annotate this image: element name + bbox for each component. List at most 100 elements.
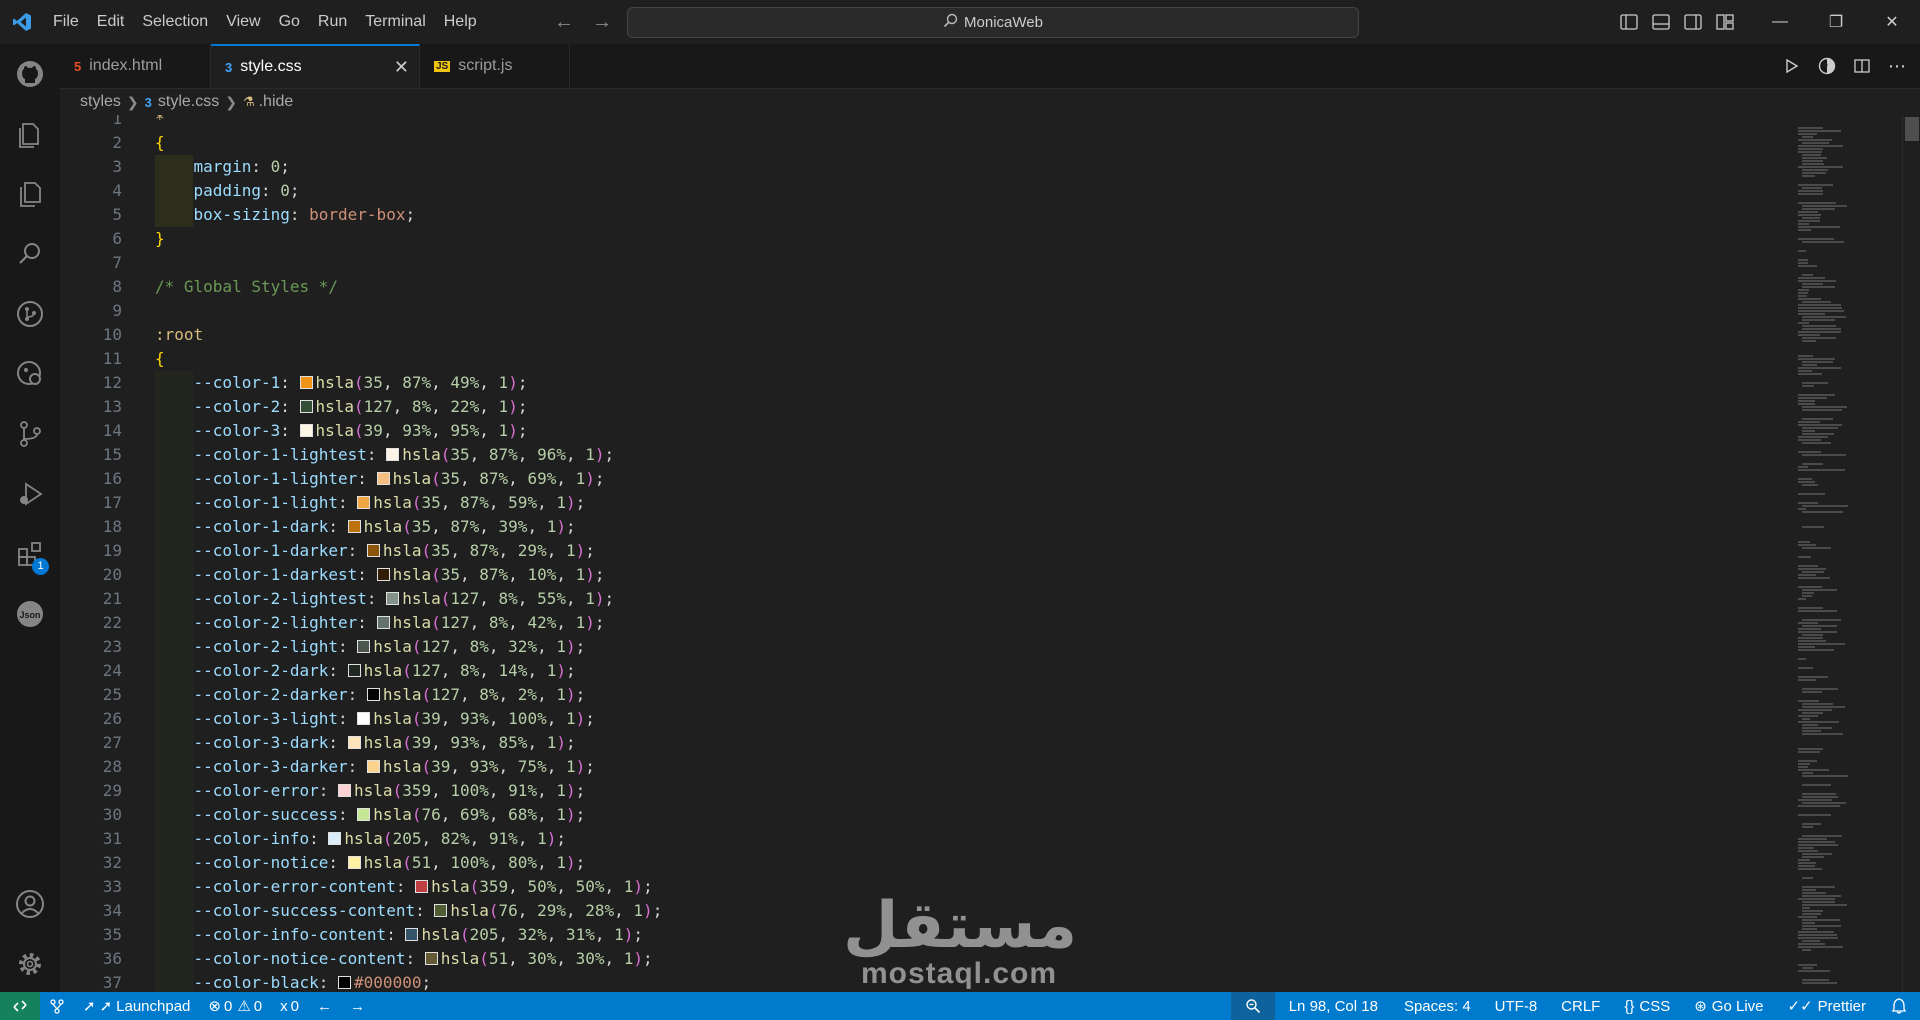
code-line[interactable]: 25 --color-2-darker: hsla(127, 8%, 2%, 1… xyxy=(60,683,1790,707)
code-line[interactable]: 19 --color-1-darker: hsla(35, 87%, 29%, … xyxy=(60,539,1790,563)
minimap[interactable] xyxy=(1790,115,1902,992)
run-file-icon[interactable] xyxy=(1784,58,1800,74)
launchpad-button[interactable]: ➚ ➚ Launchpad xyxy=(74,992,199,1020)
code-line[interactable]: 36 --color-notice-content: hsla(51, 30%,… xyxy=(60,947,1790,971)
copy-files-icon[interactable] xyxy=(0,170,60,218)
go-live-button[interactable]: ⊛ Go Live xyxy=(1682,992,1775,1020)
toggle-panel-icon[interactable] xyxy=(1652,14,1670,30)
status-back-arrow-icon[interactable]: ← xyxy=(308,992,341,1020)
remote-explorer-icon[interactable] xyxy=(0,350,60,398)
toggle-secondary-sidebar-icon[interactable] xyxy=(1684,14,1702,30)
menu-terminal[interactable]: Terminal xyxy=(356,0,434,44)
menu-view[interactable]: View xyxy=(217,0,269,44)
zoom-icon[interactable] xyxy=(1230,992,1275,1020)
explorer-icon[interactable] xyxy=(0,110,60,158)
git-sync-icon[interactable] xyxy=(40,992,74,1020)
breadcrumb-folder[interactable]: styles xyxy=(80,93,121,111)
code-line[interactable]: 7 xyxy=(60,251,1790,275)
menu-help[interactable]: Help xyxy=(435,0,486,44)
menu-go[interactable]: Go xyxy=(270,0,309,44)
end-of-line[interactable]: CRLF xyxy=(1549,992,1612,1020)
cursor-position[interactable]: Ln 98, Col 18 xyxy=(1275,992,1392,1020)
code-line[interactable]: 32 --color-notice: hsla(51, 100%, 80%, 1… xyxy=(60,851,1790,875)
notifications-bell-icon[interactable] xyxy=(1878,992,1920,1020)
json-icon[interactable]: Json xyxy=(0,590,60,638)
scrollbar-thumb[interactable] xyxy=(1905,117,1919,141)
css-function: hsla xyxy=(392,565,432,584)
customize-layout-icon[interactable] xyxy=(1716,14,1734,30)
command-center-search[interactable]: MonicaWeb xyxy=(627,7,1359,38)
remote-indicator-icon[interactable] xyxy=(0,992,40,1020)
code-line[interactable]: 10:root xyxy=(60,323,1790,347)
code-line[interactable]: 1 * xyxy=(60,115,1790,131)
tab-style-css[interactable]: 3 style.css ✕ xyxy=(211,44,420,88)
css-number: 76 xyxy=(421,805,441,824)
code-line[interactable]: 23 --color-2-light: hsla(127, 8%, 32%, 1… xyxy=(60,635,1790,659)
menu-file[interactable]: File xyxy=(44,0,88,44)
code-line[interactable]: 13 --color-2: hsla(127, 8%, 22%, 1); xyxy=(60,395,1790,419)
toggle-primary-sidebar-icon[interactable] xyxy=(1620,14,1638,30)
more-actions-icon[interactable]: ⋯ xyxy=(1888,56,1906,77)
vertical-scrollbar[interactable] xyxy=(1902,115,1920,992)
code-line[interactable]: 30 --color-success: hsla(76, 69%, 68%, 1… xyxy=(60,803,1790,827)
code-line[interactable]: 15 --color-1-lightest: hsla(35, 87%, 96%… xyxy=(60,443,1790,467)
menu-run[interactable]: Run xyxy=(309,0,356,44)
ports-indicator[interactable]: x 0 xyxy=(271,992,308,1020)
github-icon[interactable] xyxy=(0,50,60,98)
code-line[interactable]: 20 --color-1-darkest: hsla(35, 87%, 10%,… xyxy=(60,563,1790,587)
menu-edit[interactable]: Edit xyxy=(88,0,134,44)
code-line[interactable]: 9 xyxy=(60,299,1790,323)
code-line[interactable]: 29 --color-error: hsla(359, 100%, 91%, 1… xyxy=(60,779,1790,803)
minimize-icon[interactable]: — xyxy=(1752,0,1808,44)
status-forward-arrow-icon[interactable]: → xyxy=(341,992,374,1020)
tab-script-js[interactable]: JS script.js xyxy=(420,44,570,88)
close-window-icon[interactable]: ✕ xyxy=(1864,0,1920,44)
code-line[interactable]: 35 --color-info-content: hsla(205, 32%, … xyxy=(60,923,1790,947)
code-line[interactable]: 3 margin: 0; xyxy=(60,155,1790,179)
restore-icon[interactable]: ❐ xyxy=(1808,0,1864,44)
code-line[interactable]: 27 --color-3-dark: hsla(39, 93%, 85%, 1)… xyxy=(60,731,1790,755)
account-icon[interactable] xyxy=(0,880,60,928)
preview-icon[interactable] xyxy=(1818,57,1836,75)
code-editor[interactable]: 1 * 2{3 margin: 0; 4 padding: 0; 5 box-sizin… xyxy=(60,115,1790,992)
code-line[interactable]: 21 --color-2-lightest: hsla(127, 8%, 55%… xyxy=(60,587,1790,611)
git-graph-icon[interactable] xyxy=(0,290,60,338)
back-arrow-icon[interactable]: ← xyxy=(554,11,574,34)
code-line[interactable]: 14 --color-3: hsla(39, 93%, 95%, 1); xyxy=(60,419,1790,443)
code-line[interactable]: 22 --color-2-lighter: hsla(127, 8%, 42%,… xyxy=(60,611,1790,635)
code-line[interactable]: 11 { xyxy=(60,347,1790,371)
code-line[interactable]: 17 --color-1-light: hsla(35, 87%, 59%, 1… xyxy=(60,491,1790,515)
code-line[interactable]: 6} xyxy=(60,227,1790,251)
code-line[interactable]: 18 --color-1-dark: hsla(35, 87%, 39%, 1)… xyxy=(60,515,1790,539)
run-debug-icon[interactable] xyxy=(0,470,60,518)
forward-arrow-icon[interactable]: → xyxy=(592,11,612,34)
code-line[interactable]: 24 --color-2-dark: hsla(127, 8%, 14%, 1)… xyxy=(60,659,1790,683)
menu-selection[interactable]: Selection xyxy=(133,0,217,44)
code-line[interactable]: 31 --color-info: hsla(205, 82%, 91%, 1); xyxy=(60,827,1790,851)
settings-gear-icon[interactable] xyxy=(0,940,60,988)
close-tab-icon[interactable]: ✕ xyxy=(394,57,409,78)
indentation[interactable]: Spaces: 4 xyxy=(1392,992,1483,1020)
split-editor-icon[interactable] xyxy=(1854,58,1870,74)
code-line[interactable]: 16 --color-1-lighter: hsla(35, 87%, 69%,… xyxy=(60,467,1790,491)
breadcrumb-symbol[interactable]: .hide xyxy=(259,93,294,111)
encoding[interactable]: UTF-8 xyxy=(1483,992,1550,1020)
extensions-icon[interactable]: 1 xyxy=(0,530,60,578)
language-mode[interactable]: {} CSS xyxy=(1612,992,1682,1020)
code-line[interactable]: 4 padding: 0; xyxy=(60,179,1790,203)
code-line[interactable]: 5 box-sizing: border-box; xyxy=(60,203,1790,227)
problems-indicator[interactable]: ⊗ 0 ⚠ 0 xyxy=(199,992,271,1020)
code-line[interactable]: 26 --color-3-light: hsla(39, 93%, 100%, … xyxy=(60,707,1790,731)
breadcrumb-file[interactable]: style.css xyxy=(158,93,219,111)
code-line[interactable]: 2{ xyxy=(60,131,1790,155)
code-line[interactable]: 37 --color-black: #000000; xyxy=(60,971,1790,992)
code-line[interactable]: 34 --color-success-content: hsla(76, 29%… xyxy=(60,899,1790,923)
code-line[interactable]: 33 --color-error-content: hsla(359, 50%,… xyxy=(60,875,1790,899)
source-control-icon[interactable] xyxy=(0,410,60,458)
prettier-button[interactable]: ✓✓ Prettier xyxy=(1776,992,1879,1020)
code-line[interactable]: 8 /* Global Styles */ xyxy=(60,275,1790,299)
search-icon[interactable] xyxy=(0,230,60,278)
tab-index-html[interactable]: 5 index.html xyxy=(60,44,211,88)
code-line[interactable]: 28 --color-3-darker: hsla(39, 93%, 75%, … xyxy=(60,755,1790,779)
code-line[interactable]: 12 --color-1: hsla(35, 87%, 49%, 1); xyxy=(60,371,1790,395)
